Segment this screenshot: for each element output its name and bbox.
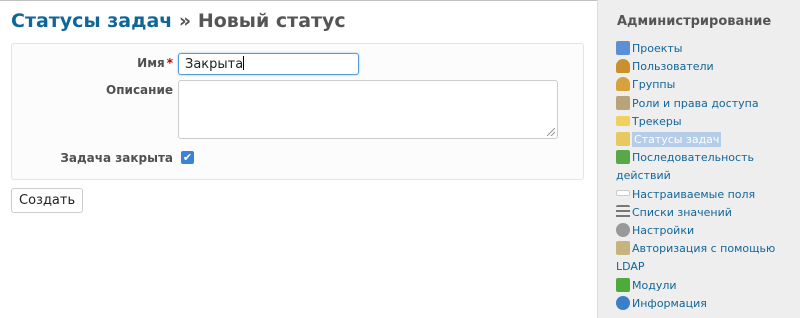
- help-icon: [616, 295, 630, 310]
- required-mark: *: [166, 56, 173, 70]
- workflow-icon: [616, 150, 630, 165]
- sidebar-item-workflow[interactable]: Последовательность действий: [616, 149, 798, 185]
- list-icon: [616, 204, 630, 219]
- name-input-value: Закрыта: [185, 57, 244, 72]
- sidebar-item-label: Последовательность действий: [616, 151, 754, 183]
- sidebar-item-settings[interactable]: Настройки: [616, 222, 798, 240]
- status-form: Имя * Закрыта Описание Задача закрыта ✔: [11, 43, 584, 180]
- sidebar-item-label: Настройки: [632, 224, 695, 238]
- sidebar-item-trackers[interactable]: Трекеры: [616, 113, 798, 131]
- text-caret: [243, 56, 245, 70]
- name-input[interactable]: Закрыта: [178, 53, 359, 75]
- sidebar-item-groups[interactable]: Группы: [616, 76, 798, 94]
- description-label: Описание: [106, 83, 173, 97]
- sidebar-item-label: Модули: [632, 278, 677, 292]
- sidebar-item-label: Роли и права доступа: [632, 96, 759, 110]
- issue-statuses-link[interactable]: Статусы задач: [11, 10, 172, 32]
- projects-icon: [616, 41, 630, 55]
- sidebar-item-enumerations[interactable]: Списки значений: [616, 204, 798, 222]
- sidebar-item-label: Настраиваемые поля: [632, 187, 756, 201]
- breadcrumb-separator: »: [172, 10, 198, 32]
- name-label: Имя *: [137, 56, 173, 70]
- sidebar-item-issue-statuses[interactable]: Статусы задач: [616, 131, 798, 149]
- user-icon: [616, 59, 630, 74]
- server-icon: [616, 241, 630, 256]
- gear-icon: [616, 223, 630, 238]
- page-title-current: Новый статус: [197, 10, 346, 32]
- sidebar-item-custom-fields[interactable]: Настраиваемые поля: [616, 186, 798, 204]
- is-closed-checkbox[interactable]: ✔: [181, 151, 194, 164]
- sidebar-item-label: Группы: [632, 78, 676, 92]
- ticket-icon: [616, 115, 630, 126]
- sidebar-item-label: Проекты: [632, 42, 683, 55]
- sidebar-item-ldap[interactable]: Авторизация с помощью LDAP: [616, 240, 798, 276]
- sidebar-item-label: Пользователи: [632, 60, 714, 74]
- sidebar-item-label: Трекеры: [632, 114, 682, 128]
- custom-field-icon: [616, 189, 630, 196]
- sidebar-item-users[interactable]: Пользователи: [616, 58, 798, 76]
- sidebar: Администрирование Проекты Пользователи Г…: [597, 0, 800, 318]
- page-title: Статусы задач » Новый статус: [11, 10, 346, 32]
- sidebar-item-info[interactable]: Информация: [616, 295, 798, 313]
- main-content: Статусы задач » Новый статус Имя * Закрыт…: [0, 0, 597, 318]
- status-icon: [616, 132, 630, 147]
- name-label-text: Имя: [137, 56, 165, 70]
- sidebar-item-label: Списки значений: [632, 205, 732, 219]
- plugin-icon: [616, 277, 630, 292]
- sidebar-item-plugins[interactable]: Модули: [616, 277, 798, 295]
- group-icon: [616, 77, 630, 92]
- sidebar-item-roles[interactable]: Роли и права доступа: [616, 95, 798, 113]
- create-button[interactable]: Создать: [11, 188, 84, 213]
- sidebar-item-label: Статусы задач: [632, 132, 722, 148]
- sidebar-title: Администрирование: [617, 14, 772, 29]
- description-textarea[interactable]: [178, 80, 558, 139]
- is-closed-label: Задача закрыта: [60, 151, 173, 165]
- key-icon: [616, 95, 630, 110]
- sidebar-item-projects[interactable]: Проекты: [616, 40, 798, 58]
- resize-grip-icon[interactable]: [547, 128, 555, 136]
- sidebar-item-label: Информация: [632, 296, 707, 310]
- admin-menu: Проекты Пользователи Группы Роли и права…: [616, 40, 798, 313]
- sidebar-item-label: Авторизация с помощью LDAP: [616, 242, 776, 274]
